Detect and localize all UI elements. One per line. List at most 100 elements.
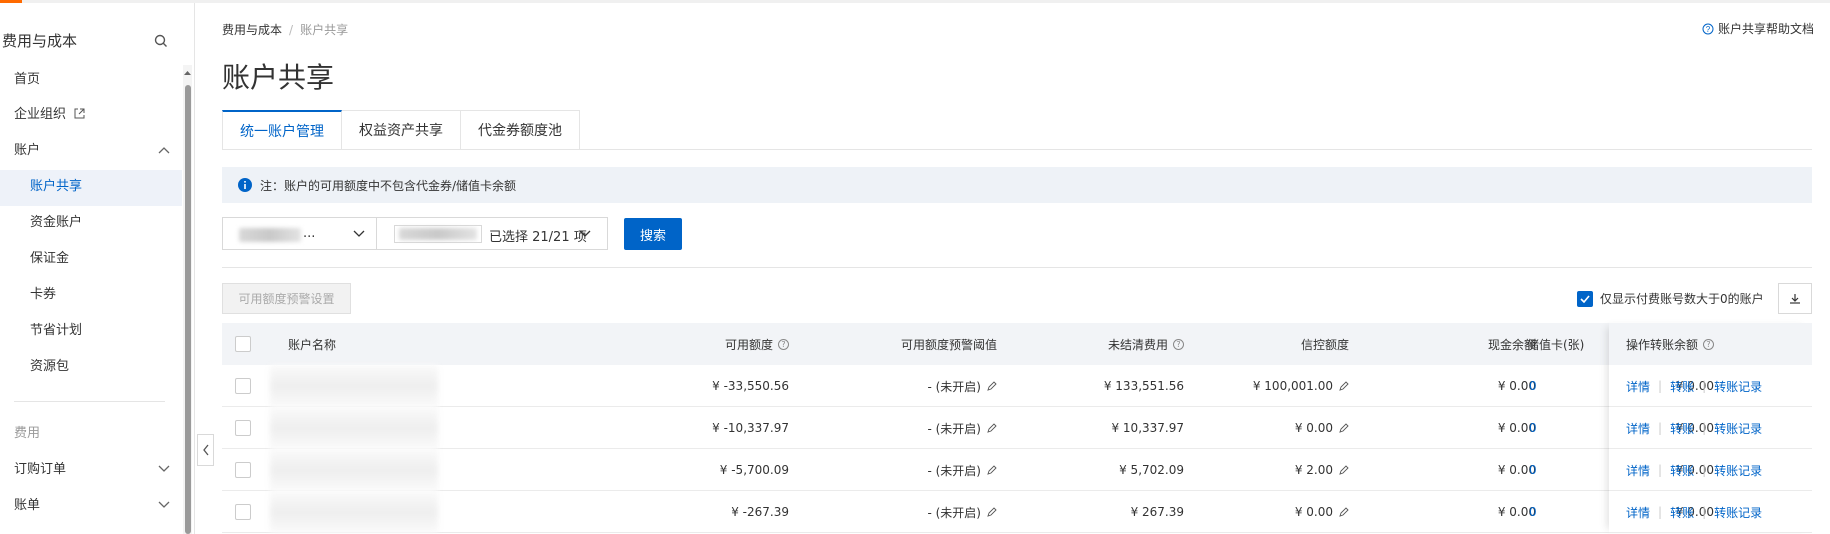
svg-text:?: ?: [1706, 25, 1711, 34]
transfer-link[interactable]: 转账: [1670, 420, 1694, 437]
redacted-account-name: [270, 407, 438, 449]
cell-card-count[interactable]: 0: [1529, 365, 1537, 407]
sidebar-divider: [14, 401, 165, 402]
breadcrumb: 费用与成本 / 账户共享: [222, 23, 349, 37]
sidebar-item-bills[interactable]: 账单: [14, 496, 40, 516]
redacted-text: [239, 228, 301, 242]
enterprise-select[interactable]: ...: [222, 217, 377, 250]
cell-credit: ¥ 100,001.00: [1182, 365, 1349, 407]
detail-link[interactable]: 详情: [1626, 420, 1650, 437]
row-checkbox[interactable]: [235, 378, 251, 394]
col-ops: 操作: [1626, 337, 1651, 352]
cell-ops: 详情 | 转账 | 转账记录: [1626, 378, 1763, 395]
edit-icon[interactable]: [1339, 507, 1349, 517]
table-row: ¥ -10,337.97 - (未开启) ¥ 10,337.97 ¥ 0.00 …: [222, 407, 1812, 449]
search-button[interactable]: 搜索: [624, 218, 682, 250]
cell-available: ¥ -33,550.56: [712, 379, 789, 393]
cell-cash: ¥ 0.00: [1497, 463, 1536, 477]
redacted-account-name: [270, 449, 438, 491]
cell-available: ¥ -267.39: [731, 505, 789, 519]
tab-voucher-pool[interactable]: 代金券额度池: [461, 110, 580, 150]
edit-icon[interactable]: [1339, 381, 1349, 391]
sidebar-item-account[interactable]: 账户: [14, 141, 40, 161]
row-checkbox[interactable]: [235, 504, 251, 520]
chevron-down-icon[interactable]: [158, 465, 170, 473]
cell-card-count[interactable]: 0: [1529, 407, 1537, 449]
tab-bar: 统一账户管理 权益资产共享 代金券额度池: [222, 110, 580, 150]
transfer-link[interactable]: 转账: [1670, 378, 1694, 395]
download-button[interactable]: [1778, 283, 1812, 314]
transfer-records-link[interactable]: 转账记录: [1714, 420, 1762, 437]
transfer-records-link[interactable]: 转账记录: [1714, 504, 1762, 521]
select-all-cell: [235, 323, 251, 365]
help-doc-link[interactable]: ? 账户共享帮助文档: [1702, 20, 1814, 37]
row-checkbox[interactable]: [235, 462, 251, 478]
col-credit: 信控额度: [1300, 337, 1349, 352]
tabs-divider: [222, 149, 1812, 150]
edit-icon[interactable]: [1339, 465, 1349, 475]
col-threshold: 可用额度预警阈值: [900, 337, 997, 352]
redacted-account-name: [270, 365, 438, 407]
cell-cash: ¥ 0.00: [1497, 379, 1536, 393]
only-nonzero-toggle[interactable]: 仅显示付费账号数大于0的账户: [1577, 290, 1764, 307]
cell-cash: ¥ 0.00: [1497, 421, 1536, 435]
search-icon[interactable]: [153, 33, 169, 49]
breadcrumb-root[interactable]: 费用与成本: [222, 23, 282, 37]
chevron-up-icon[interactable]: [158, 146, 170, 154]
top-strip: [0, 0, 1830, 3]
cell-threshold: - (未开启): [782, 449, 997, 491]
transfer-link[interactable]: 转账: [1670, 504, 1694, 521]
sidebar-active-highlight: [0, 170, 182, 206]
sidebar-item-home[interactable]: 首页: [14, 70, 40, 90]
page-title: 账户共享: [222, 61, 335, 94]
sidebar-item-savings-plan[interactable]: 节省计划: [30, 321, 82, 341]
sidebar-item-account-sharing[interactable]: 账户共享: [30, 177, 82, 197]
sidebar-item-enterprise-org[interactable]: 企业组织: [14, 105, 85, 125]
table-row: ¥ -5,700.09 - (未开启) ¥ 5,702.09 ¥ 2.00 ¥ …: [222, 449, 1812, 491]
breadcrumb-current: 账户共享: [300, 23, 349, 37]
edit-icon[interactable]: [1339, 423, 1349, 433]
sidebar-item-vouchers[interactable]: 卡券: [30, 285, 56, 305]
transfer-records-link[interactable]: 转账记录: [1714, 378, 1762, 395]
row-checkbox[interactable]: [235, 420, 251, 436]
sidebar-item-orders[interactable]: 订购订单: [14, 460, 66, 480]
col-available: 可用额度?: [502, 323, 789, 365]
account-multi-select[interactable]: 已选择 21/21 项: [376, 217, 608, 250]
select-all-checkbox[interactable]: [235, 336, 251, 352]
sidebar-item-resource-package[interactable]: 资源包: [30, 357, 69, 377]
col-cash: 现金余额: [1487, 337, 1536, 352]
transfer-link[interactable]: 转账: [1670, 462, 1694, 479]
redacted-account-name: [270, 491, 438, 533]
detail-link[interactable]: 详情: [1626, 378, 1650, 395]
sidebar-item-deposit[interactable]: 保证金: [30, 249, 69, 269]
cell-ops: 详情 | 转账 | 转账记录: [1626, 504, 1763, 521]
sidebar-scrollbar-thumb[interactable]: [185, 85, 191, 534]
cell-cash: ¥ 0.00: [1497, 505, 1536, 519]
cell-unsettled: ¥ 267.39: [1130, 505, 1184, 519]
scroll-up-arrow-icon[interactable]: [183, 69, 192, 77]
tab-equity-asset-sharing[interactable]: 权益资产共享: [342, 110, 461, 150]
cell-card-count[interactable]: 0: [1529, 491, 1537, 533]
cell-unsettled: ¥ 133,551.56: [1103, 379, 1184, 393]
table-row: ¥ -33,550.56 - (未开启) ¥ 133,551.56 ¥ 100,…: [222, 365, 1812, 407]
account-table: 账户名称 可用额度? 可用额度预警阈值 未结清费用? 信控额度 现金余额 转账余…: [222, 323, 1812, 533]
sidebar-title: 费用与成本: [2, 32, 78, 50]
tab-unified-account[interactable]: 统一账户管理: [222, 110, 342, 150]
cell-card-count[interactable]: 0: [1529, 449, 1537, 491]
cell-threshold: - (未开启): [782, 365, 997, 407]
sidebar-item-fund-account[interactable]: 资金账户: [30, 213, 82, 233]
only-nonzero-checkbox[interactable]: [1577, 290, 1593, 307]
transfer-records-link[interactable]: 转账记录: [1714, 462, 1762, 479]
chevron-down-icon[interactable]: [158, 501, 170, 509]
cell-threshold: - (未开启): [782, 407, 997, 449]
sidebar-collapse-button[interactable]: [197, 434, 214, 466]
sidebar: 费用与成本 首页 企业组织 账户 账户共享 资金账户 保证金 卡券 节省计划 资…: [0, 3, 195, 534]
detail-link[interactable]: 详情: [1626, 462, 1650, 479]
col-unsettled: 未结清费用?: [982, 323, 1184, 365]
help-circle-icon[interactable]: ?: [1703, 338, 1714, 350]
alert-setting-button[interactable]: 可用额度预警设置: [222, 283, 351, 314]
cell-credit: ¥ 2.00: [1182, 449, 1349, 491]
filter-divider: [222, 267, 1812, 268]
help-circle-icon: ?: [1702, 23, 1714, 34]
detail-link[interactable]: 详情: [1626, 504, 1650, 521]
